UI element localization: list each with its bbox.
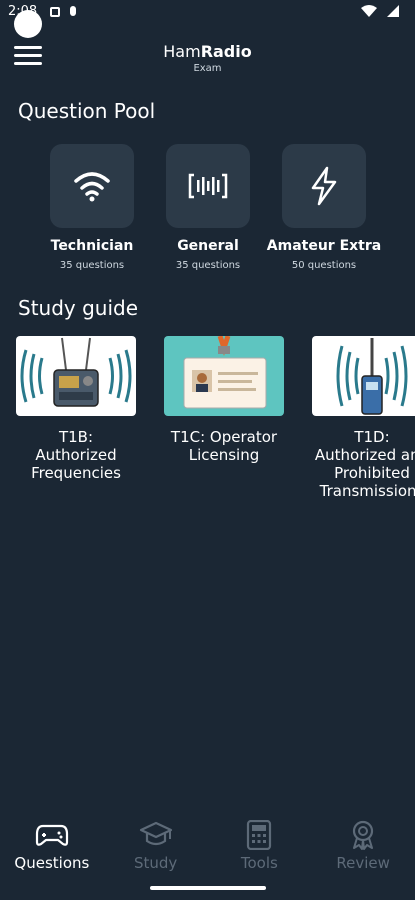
nav-review[interactable]: Review — [311, 820, 415, 880]
pool-card-amateur-extra[interactable]: Amateur Extra 50 questions — [264, 144, 384, 271]
pool-name: Technician — [50, 238, 134, 254]
nav-label: Study — [133, 854, 178, 872]
notification-icon — [50, 7, 60, 17]
guide-label: T1D: Authorized and Prohibited Transmiss… — [314, 428, 415, 500]
guide-card-t1c[interactable]: T1C: Operator Licensing — [164, 335, 284, 464]
pool-count: 35 questions — [175, 260, 241, 271]
signal-status-icon — [387, 5, 399, 17]
pool-card-technician[interactable]: Technician 35 questions — [32, 144, 152, 271]
app-title: HamRadio — [163, 42, 252, 61]
guide-card-t1b[interactable]: T1B: Authorized Frequencies — [16, 336, 136, 482]
pool-name: Amateur Extra — [266, 238, 382, 254]
guide-card-t1d[interactable]: T1D: Authorized and Prohibited Transmiss… — [312, 336, 415, 500]
study-guide-title: Study guide — [18, 296, 139, 320]
pool-count: 35 questions — [59, 260, 125, 271]
guide-label: T1B: Authorized Frequencies — [31, 428, 121, 482]
award-ribbon-icon — [353, 820, 374, 850]
nav-label: Questions — [14, 854, 90, 872]
nav-label: Tools — [240, 854, 278, 872]
radio-transceiver-image — [16, 336, 136, 416]
bottom-nav: Questions Study Tools Review — [0, 820, 415, 880]
question-pool-title: Question Pool — [18, 99, 156, 123]
pool-count: 50 questions — [291, 260, 357, 271]
calculator-icon — [247, 820, 272, 850]
wifi-status-icon — [361, 5, 377, 17]
camera-cutout — [14, 10, 42, 38]
nav-questions[interactable]: Questions — [0, 820, 104, 880]
nav-tools[interactable]: Tools — [208, 820, 312, 880]
mic-icon — [70, 6, 76, 16]
status-bar: 2:08 — [0, 0, 415, 38]
lightning-icon — [311, 166, 337, 206]
handheld-radio-image — [312, 336, 415, 416]
graduation-cap-icon — [139, 821, 172, 846]
home-indicator[interactable] — [150, 886, 266, 890]
pool-card-general[interactable]: General 35 questions — [148, 144, 268, 271]
operator-license-image — [164, 335, 284, 416]
guide-label: T1C: Operator Licensing — [170, 428, 278, 464]
gamepad-icon — [35, 824, 68, 846]
app-subtitle: Exam — [193, 63, 222, 74]
pool-name: General — [177, 238, 239, 254]
nav-study[interactable]: Study — [104, 820, 208, 880]
wifi-icon — [74, 172, 110, 202]
signal-wave-icon — [188, 173, 228, 199]
nav-label: Review — [336, 854, 390, 872]
